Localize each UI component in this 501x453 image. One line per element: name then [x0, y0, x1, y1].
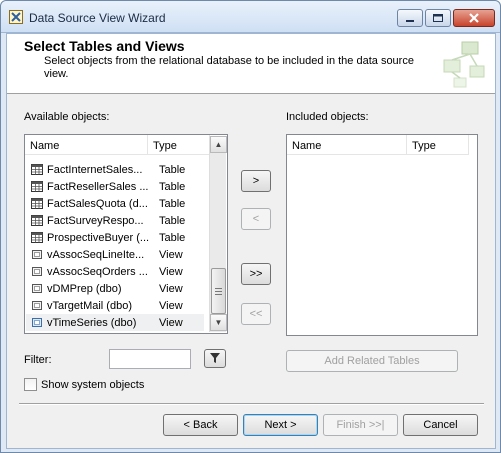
- available-list-header: Name Type: [25, 135, 210, 155]
- list-item[interactable]: vDMPrep (dbo) View: [26, 280, 204, 297]
- list-item-type: View: [159, 265, 183, 278]
- list-item-type: Table: [159, 231, 186, 244]
- thumb-grip-icon: [215, 288, 222, 295]
- minimize-button[interactable]: [397, 9, 423, 27]
- list-item-type: View: [159, 282, 183, 295]
- list-item-name: vAssocSeqLineIte...: [47, 248, 145, 261]
- list-item-selected[interactable]: vTimeSeries (dbo) View: [26, 314, 204, 331]
- column-header-type[interactable]: Type: [148, 135, 210, 155]
- close-button[interactable]: [453, 9, 495, 27]
- maximize-button[interactable]: [425, 9, 451, 27]
- remove-selected-button[interactable]: <: [241, 208, 271, 230]
- list-item[interactable]: ProspectiveBuyer (... Table: [26, 229, 204, 246]
- list-item-name: FactResellerSales ...: [47, 180, 149, 193]
- list-item-name: FactSalesQuota (d...: [47, 197, 148, 210]
- list-item-type: View: [159, 248, 183, 261]
- page-description: Select objects from the relational datab…: [44, 55, 414, 80]
- list-item-name: vDMPrep (dbo): [47, 282, 122, 295]
- wizard-window: Data Source View Wizard Select Tables an…: [0, 0, 501, 453]
- list-item-name: vAssocSeqOrders ...: [47, 265, 148, 278]
- page-title: Select Tables and Views: [24, 38, 185, 54]
- filter-label: Filter:: [24, 354, 52, 366]
- filter-button[interactable]: [204, 349, 226, 368]
- list-item[interactable]: vAssocSeqOrders ... View: [26, 263, 204, 280]
- list-item-name: ProspectiveBuyer (...: [47, 231, 150, 244]
- list-item-type: View: [159, 299, 183, 312]
- list-item-type: Table: [159, 214, 186, 227]
- view-icon: [32, 284, 42, 293]
- maximize-icon: [433, 14, 443, 22]
- list-item[interactable]: FactInternetSales... Table: [26, 161, 204, 178]
- list-item-type: View: [159, 316, 183, 329]
- add-related-tables-button[interactable]: Add Related Tables: [286, 350, 458, 372]
- show-system-objects-checkbox[interactable]: [24, 378, 37, 391]
- wizard-header: Select Tables and Views Select objects f…: [7, 34, 495, 94]
- cancel-button[interactable]: Cancel: [403, 414, 478, 436]
- list-item-name: FactInternetSales...: [47, 163, 143, 176]
- scroll-down-button[interactable]: ▼: [210, 314, 227, 331]
- finish-button[interactable]: Finish >>|: [323, 414, 398, 436]
- next-button[interactable]: Next >: [243, 414, 318, 436]
- table-icon: [31, 198, 43, 209]
- included-objects-label: Included objects:: [286, 111, 369, 123]
- show-system-objects-label[interactable]: Show system objects: [41, 379, 144, 391]
- view-icon: [32, 267, 42, 276]
- filter-input[interactable]: [109, 349, 191, 369]
- list-item[interactable]: FactResellerSales ... Table: [26, 178, 204, 195]
- available-objects-list[interactable]: Name Type FactInternetSales... Table Fac…: [24, 134, 228, 334]
- available-objects-label: Available objects:: [24, 111, 110, 123]
- table-icon: [31, 181, 43, 192]
- list-item[interactable]: FactSurveyRespo... Table: [26, 212, 204, 229]
- included-objects-list[interactable]: Name Type: [286, 134, 478, 336]
- list-item-type: Table: [159, 180, 186, 193]
- add-selected-button[interactable]: >: [241, 170, 271, 192]
- window-title: Data Source View Wizard: [29, 11, 166, 25]
- footer-divider: [19, 403, 484, 405]
- list-item-type: Table: [159, 163, 186, 176]
- minimize-icon: [406, 20, 414, 22]
- back-button[interactable]: < Back: [163, 414, 238, 436]
- view-icon: [32, 318, 42, 327]
- table-icon: [31, 232, 43, 243]
- scrollbar-thumb[interactable]: [211, 268, 226, 314]
- wizard-client-area: Select Tables and Views Select objects f…: [6, 33, 496, 449]
- list-item[interactable]: vTargetMail (dbo) View: [26, 297, 204, 314]
- column-header-type[interactable]: Type: [407, 135, 469, 155]
- title-bar[interactable]: Data Source View Wizard: [1, 1, 500, 33]
- table-icon: [31, 164, 43, 175]
- remove-all-button[interactable]: <<: [241, 303, 271, 325]
- add-all-button[interactable]: >>: [241, 263, 271, 285]
- column-header-name[interactable]: Name: [287, 135, 407, 155]
- wizard-banner-graphic: [443, 41, 485, 88]
- included-list-header: Name Type: [287, 135, 469, 155]
- close-icon: [469, 13, 479, 23]
- list-item-type: Table: [159, 197, 186, 210]
- funnel-icon: [210, 353, 220, 364]
- list-item[interactable]: vAssocSeqLineIte... View: [26, 246, 204, 263]
- list-item-name: vTimeSeries (dbo): [47, 316, 137, 329]
- wizard-app-icon: [9, 10, 23, 24]
- list-item-name: FactSurveyRespo...: [47, 214, 144, 227]
- list-item[interactable]: FactSalesQuota (d... Table: [26, 195, 204, 212]
- scroll-up-button[interactable]: ▲: [210, 136, 227, 153]
- table-icon: [31, 215, 43, 226]
- vertical-scrollbar[interactable]: ▲ ▼: [209, 136, 227, 332]
- view-icon: [32, 301, 42, 310]
- list-item-name: vTargetMail (dbo): [47, 299, 132, 312]
- view-icon: [32, 250, 42, 259]
- column-header-name[interactable]: Name: [25, 135, 148, 155]
